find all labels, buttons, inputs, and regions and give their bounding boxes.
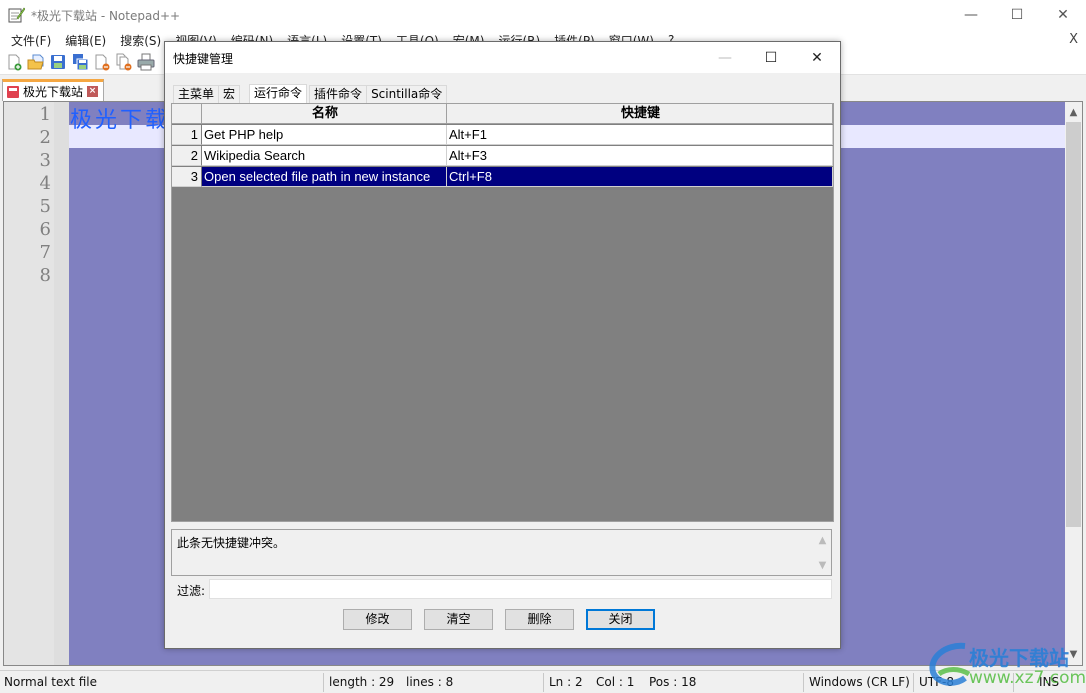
close-dialog-button[interactable]: 关闭 (586, 609, 655, 630)
table-row-selected[interactable]: 3 Open selected file path in new instanc… (172, 167, 833, 188)
menu-file[interactable]: 文件(F) (4, 32, 58, 49)
scroll-up-icon[interactable]: ▲ (814, 532, 831, 549)
fold-margin (54, 102, 69, 665)
row-number: 3 (172, 167, 202, 187)
watermark-url: www.xz7.com (969, 668, 1086, 688)
grid-corner (172, 104, 202, 124)
line-number: 7 (39, 242, 51, 263)
status-position: Pos : 18 (649, 675, 697, 689)
dialog-maximize-button[interactable]: ☐ (748, 42, 794, 73)
status-divider (543, 673, 544, 692)
watermark: 极光下载站 www.xz7.com (925, 638, 1086, 690)
status-bar: Normal text file length : 29 lines : 8 L… (0, 670, 1086, 693)
conflict-scrollbar[interactable]: ▲ ▼ (814, 530, 831, 575)
modify-button[interactable]: 修改 (343, 609, 412, 630)
shortcut-grid: 名称 快捷键 1 Get PHP help Alt+F1 2 Wikipedia… (171, 103, 834, 522)
menu-edit[interactable]: 编辑(E) (58, 32, 113, 49)
command-name[interactable]: Open selected file path in new instance (202, 167, 447, 187)
close-button[interactable]: ✕ (1040, 0, 1086, 30)
close-document-button[interactable]: X (1069, 32, 1078, 47)
maximize-button[interactable]: ☐ (994, 0, 1040, 30)
window-title: *极光下载站 - Notepad++ (31, 9, 181, 23)
save-all-icon[interactable] (71, 53, 89, 71)
tab-main-menu[interactable]: 主菜单 (173, 85, 220, 103)
scroll-up-icon[interactable]: ▲ (1065, 104, 1082, 121)
column-header-shortcut[interactable]: 快捷键 (447, 104, 833, 124)
dialog-title-bar: 快捷键管理 — ☐ ✕ (165, 42, 840, 73)
scrollbar-thumb[interactable] (1066, 122, 1081, 527)
tab-run-commands[interactable]: 运行命令 (249, 84, 308, 104)
row-number: 2 (172, 146, 202, 166)
title-bar: *极光下载站 - Notepad++ — ☐ ✕ (0, 0, 1086, 30)
document-tab[interactable]: 极光下载站 × (2, 79, 104, 101)
close-file-icon[interactable] (93, 53, 111, 71)
shortcut-mapper-dialog: 快捷键管理 — ☐ ✕ 主菜单 宏 运行命令 插件命令 Scintilla命令 … (164, 41, 841, 649)
line-number: 3 (39, 150, 51, 171)
line-number: 5 (39, 196, 51, 217)
tab-macros[interactable]: 宏 (218, 85, 241, 103)
conflict-message: 此条无快捷键冲突。 (177, 536, 286, 550)
tab-plugin-commands[interactable]: 插件命令 (309, 85, 368, 103)
status-line: Ln : 2 (549, 675, 583, 689)
status-file-type: Normal text file (4, 675, 98, 689)
status-eol: Windows (CR LF) (809, 675, 910, 689)
command-name[interactable]: Get PHP help (202, 125, 447, 145)
tab-scintilla-commands[interactable]: Scintilla命令 (366, 85, 448, 103)
dialog-close-button[interactable]: ✕ (794, 42, 840, 73)
line-number: 6 (39, 219, 51, 240)
filter-label: 过滤: (177, 584, 206, 598)
close-all-icon[interactable] (115, 53, 133, 71)
status-divider (913, 673, 914, 692)
table-row[interactable]: 1 Get PHP help Alt+F1 (172, 125, 833, 146)
dialog-minimize-button[interactable]: — (702, 42, 748, 73)
command-shortcut[interactable]: Ctrl+F8 (447, 167, 833, 187)
status-column: Col : 1 (596, 675, 635, 689)
dialog-title: 快捷键管理 (173, 52, 234, 66)
notepad-app-icon (8, 6, 26, 23)
dialog-tabs: 主菜单 宏 运行命令 插件命令 Scintilla命令 (173, 84, 448, 104)
command-shortcut[interactable]: Alt+F1 (447, 125, 833, 145)
new-file-icon[interactable] (5, 53, 23, 71)
document-tab-label: 极光下载站 (23, 85, 84, 99)
row-number: 1 (172, 125, 202, 145)
save-icon[interactable] (49, 53, 67, 71)
watermark-logo-icon (929, 642, 971, 686)
menu-search[interactable]: 搜索(S) (113, 32, 168, 49)
minimize-button[interactable]: — (948, 0, 994, 30)
status-lines: lines : 8 (406, 675, 454, 689)
print-icon[interactable] (137, 53, 155, 71)
open-file-icon[interactable] (27, 53, 45, 71)
delete-button[interactable]: 删除 (505, 609, 574, 630)
status-length: length : 29 (329, 675, 395, 689)
scroll-down-icon[interactable]: ▼ (814, 557, 831, 574)
table-row[interactable]: 2 Wikipedia Search Alt+F3 (172, 146, 833, 167)
clear-button[interactable]: 清空 (424, 609, 493, 630)
line-number: 1 (39, 104, 51, 125)
line-number: 4 (39, 173, 51, 194)
line-number: 8 (39, 265, 51, 286)
status-divider (323, 673, 324, 692)
vertical-scrollbar[interactable]: ▲ ▼ (1065, 102, 1082, 665)
command-shortcut[interactable]: Alt+F3 (447, 146, 833, 166)
filter-input[interactable] (209, 579, 832, 599)
unsaved-icon (7, 85, 19, 98)
command-name[interactable]: Wikipedia Search (202, 146, 447, 166)
grid-header-row: 名称 快捷键 (172, 104, 833, 125)
conflict-info-box: 此条无快捷键冲突。 ▲ ▼ (171, 529, 832, 576)
column-header-name[interactable]: 名称 (202, 104, 447, 124)
status-divider (803, 673, 804, 692)
close-tab-icon[interactable]: × (87, 86, 99, 97)
line-number: 2 (39, 127, 51, 148)
watermark-brand: 极光下载站 (969, 646, 1069, 670)
